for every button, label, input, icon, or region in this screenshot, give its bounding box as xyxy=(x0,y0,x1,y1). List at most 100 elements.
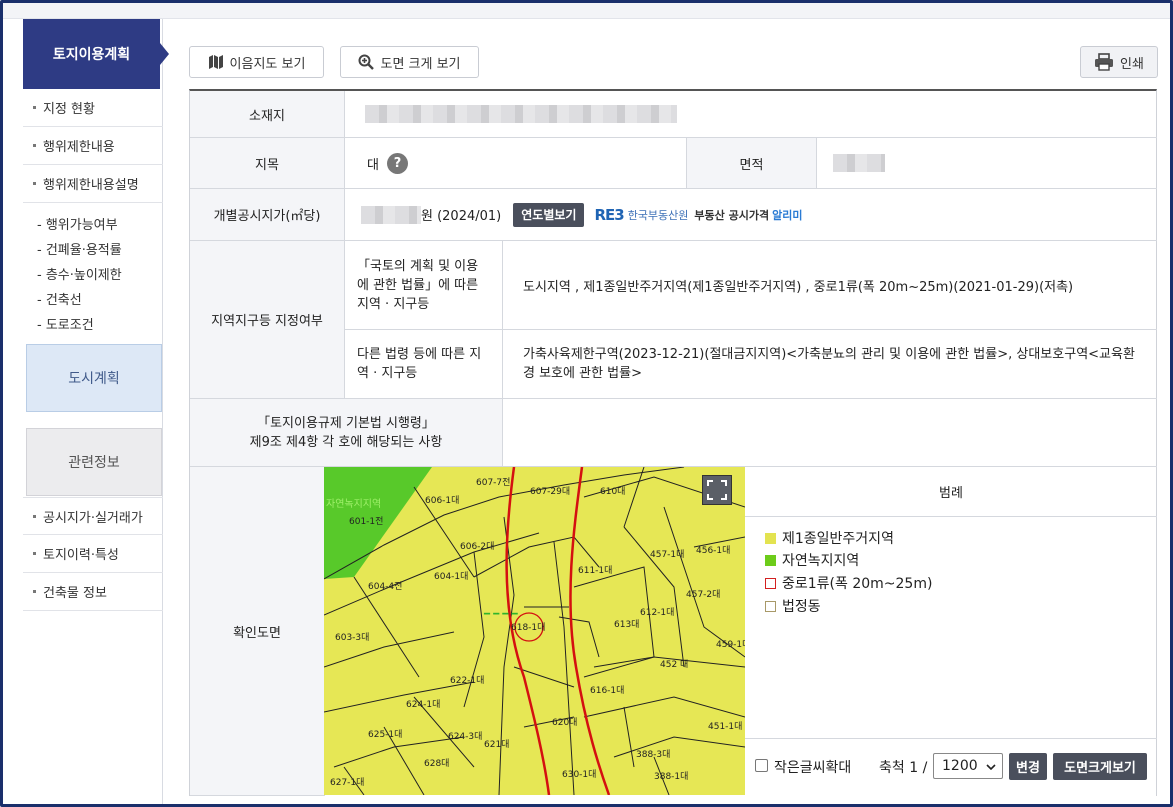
jimok-value: 대 xyxy=(367,157,379,173)
scale-select[interactable]: 1200 xyxy=(933,753,1003,779)
svg-text:━ ━ ━ ━: ━ ━ ━ ━ xyxy=(483,609,519,620)
chevron-down-icon xyxy=(986,764,996,770)
legend-item-road: 중로1류(폭 20m~25m) xyxy=(765,573,932,593)
legend-label: 제1종일반주거지역 xyxy=(782,531,894,547)
parcel-label: 607-7전 xyxy=(476,477,510,488)
reb-logo: RE3 xyxy=(594,205,624,224)
parcel-label: 452 대 xyxy=(660,659,688,670)
sidebar-item-restriction-desc[interactable]: 행위제한내용설명 xyxy=(23,165,163,203)
legend-item-green: 자연녹지지역 xyxy=(765,550,859,570)
cadastral-map[interactable]: 자연녹지지역 607-7전 607-29대 610대 606-1대 601-1전 606-… xyxy=(324,467,745,795)
parcel-label: 606-1대 xyxy=(425,495,459,506)
legend-swatch xyxy=(765,600,776,612)
sidebar-related-info[interactable]: 관련정보 xyxy=(26,428,162,496)
redacted-address xyxy=(365,105,677,123)
small-text-zoom-label: 작은글씨확대 xyxy=(774,760,852,776)
sidebar-header-arrow xyxy=(160,43,169,65)
parcel-label: 612-1대 xyxy=(640,607,674,618)
national-law-label: 「국토의 계획 및 이용에 관한 법률」에 따른 지역 · 지구등 xyxy=(345,241,503,330)
sidebar-item-label: 건축물 정보 xyxy=(43,586,107,601)
year-view-button[interactable]: 연도별보기 xyxy=(513,202,585,227)
parcel-label: 630-1대 xyxy=(562,769,596,780)
print-label: 인쇄 xyxy=(1120,56,1144,72)
map-controls: 작은글씨확대 축척 1 / 1200 변경 도면크게보기 xyxy=(745,738,1157,795)
zoom-view-button[interactable]: 도면 크게 보기 xyxy=(340,46,479,78)
sidebar-item-label: 공시지가·실거래가 xyxy=(43,510,143,526)
scale-label: 축척 1 / xyxy=(879,760,928,776)
legend-label: 자연녹지지역 xyxy=(782,553,860,569)
legend-label: 중로1류(폭 20m~25m) xyxy=(782,576,933,592)
map-view-label: 이음지도 보기 xyxy=(229,56,306,72)
sidebar-subitem-height[interactable]: - 층수·높이제한 xyxy=(37,261,122,285)
other-law-label: 다른 법령 등에 따른 지역 · 지구등 xyxy=(345,330,503,399)
area-label: 면적 xyxy=(687,138,817,189)
legend-swatch xyxy=(765,554,776,566)
legend-item-residential: 제1종일반주거지역 xyxy=(765,528,894,548)
parcel-label: 604-1대 xyxy=(434,571,468,582)
price-suffix: 원 (2024/01) xyxy=(421,209,502,224)
parcel-label: 388-3대 xyxy=(636,749,670,760)
scale-value: 1200 xyxy=(942,758,978,774)
bullet-icon xyxy=(33,144,36,147)
zoom-in-icon xyxy=(358,54,375,70)
parcel-label: 624-1대 xyxy=(406,699,440,710)
parcel-label: 621대 xyxy=(484,739,509,750)
sidebar-item-label: 토지이력·특성 xyxy=(43,548,119,563)
sidebar-item-label: 행위제한내용설명 xyxy=(43,178,139,193)
sidebar-item-price[interactable]: 공시지가·실거래가 xyxy=(23,497,163,535)
location-label: 소재지 xyxy=(190,91,345,138)
map-zoom-button[interactable]: 도면크게보기 xyxy=(1053,753,1147,780)
parcel-label: 457-2대 xyxy=(686,589,720,600)
sidebar-item-building-info[interactable]: 건축물 정보 xyxy=(23,573,163,611)
sidebar: 토지이용계획 지정 현황 행위제한내용 행위제한내용설명 - 행위가능여부 - … xyxy=(23,19,169,804)
map-fullscreen-button[interactable] xyxy=(702,475,732,505)
scale-change-button[interactable]: 변경 xyxy=(1009,753,1047,780)
sidebar-item-restriction[interactable]: 행위제한내용 xyxy=(23,127,163,165)
sidebar-item-label: 지정 현황 xyxy=(43,102,95,117)
area-value xyxy=(817,138,1157,189)
parcel-label: 618-1대 xyxy=(511,622,545,633)
bullet-icon xyxy=(33,106,36,109)
map-view-button[interactable]: 이음지도 보기 xyxy=(189,46,324,78)
parcel-label: 388-1대 xyxy=(654,771,688,782)
svg-text:자연녹지지역: 자연녹지지역 xyxy=(326,498,381,510)
bullet-icon xyxy=(33,182,36,185)
small-text-zoom-checkbox[interactable] xyxy=(755,759,768,772)
reb-alimi: 알리미 xyxy=(772,208,803,222)
price-label: 개별공시지가(㎡당) xyxy=(190,189,345,241)
reb-link[interactable]: RE3 한국부동산원 부동산 공시가격 알리미 xyxy=(594,206,802,224)
sidebar-item-status[interactable]: 지정 현황 xyxy=(23,89,163,127)
help-icon[interactable]: ? xyxy=(386,152,408,174)
price-value-cell: 원 (2024/01) 연도별보기 RE3 한국부동산원 부동산 공시가격 알리… xyxy=(345,189,1157,241)
legend-title: 범례 xyxy=(745,467,1157,517)
jimok-label: 지목 xyxy=(190,138,345,189)
parcel-label: 606-2대 xyxy=(460,541,494,552)
redacted-price xyxy=(361,205,421,224)
zoning-label: 지역지구등 지정여부 xyxy=(190,241,345,399)
sidebar-city-plan[interactable]: 도시계획 xyxy=(26,344,162,412)
sidebar-item-land-history[interactable]: 토지이력·특성 xyxy=(23,535,163,573)
parcel-label: 601-1전 xyxy=(349,516,383,527)
sidebar-header[interactable]: 토지이용계획 xyxy=(23,19,160,89)
parcel-label: 604-4전 xyxy=(368,581,402,592)
zoom-view-label: 도면 크게 보기 xyxy=(380,56,461,72)
reb-name: 한국부동산원 xyxy=(627,208,689,222)
decree-value xyxy=(503,399,1157,467)
parcel-label: 611-1대 xyxy=(578,565,612,576)
parcel-label: 603-3대 xyxy=(335,632,369,643)
redacted-area xyxy=(833,154,885,172)
parcel-label: 607-29대 xyxy=(530,486,570,497)
parcel-label: 456-1대 xyxy=(696,545,730,556)
bullet-icon xyxy=(33,552,36,555)
parcel-label: 610대 xyxy=(600,486,625,497)
print-button[interactable]: 인쇄 xyxy=(1080,46,1158,78)
app-window: 토지이용계획 지정 현황 행위제한내용 행위제한내용설명 - 행위가능여부 - … xyxy=(0,0,1173,807)
decree-label-line2: 제9조 제4항 각 호에 해당되는 사항 xyxy=(249,434,443,450)
sidebar-subitem-coverage[interactable]: - 건폐율·용적률 xyxy=(37,236,122,260)
sidebar-subitem-allowed[interactable]: - 행위가능여부 xyxy=(37,211,118,235)
bullet-icon xyxy=(33,514,36,518)
sidebar-subitem-road[interactable]: - 도로조건 xyxy=(37,311,94,335)
parcel-label: 451-1대 xyxy=(708,721,742,732)
parcel-label: 616-1대 xyxy=(590,685,624,696)
sidebar-subitem-building-line[interactable]: - 건축선 xyxy=(37,286,82,310)
